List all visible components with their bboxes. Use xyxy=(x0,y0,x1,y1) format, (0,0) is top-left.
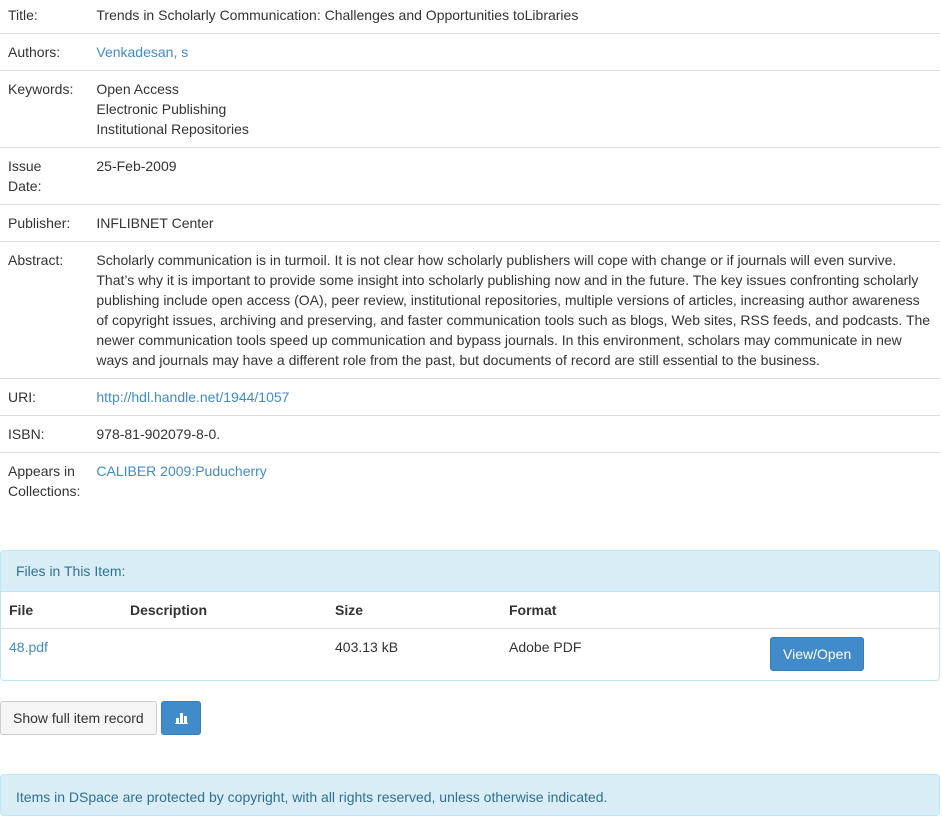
column-header-format: Format xyxy=(501,592,762,629)
metadata-row-publisher: Publisher: INFLIBNET Center xyxy=(0,204,940,242)
metadata-row-uri: URI: http://hdl.handle.net/1944/1057 xyxy=(0,378,940,416)
metadata-label: Issue Date: xyxy=(0,147,89,205)
metadata-row-issue-date: Issue Date: 25-Feb-2009 xyxy=(0,147,940,205)
show-full-record-button[interactable]: Show full item record xyxy=(0,701,157,735)
metadata-row-keywords: Keywords: Open Access Electronic Publish… xyxy=(0,70,940,148)
author-link[interactable]: Venkadesan, s xyxy=(96,44,188,60)
column-header-action xyxy=(762,592,939,629)
metadata-label: ISBN: xyxy=(0,415,89,453)
file-description xyxy=(122,629,327,680)
statistics-button[interactable] xyxy=(161,701,201,735)
file-size: 403.13 kB xyxy=(335,639,399,655)
metadata-label-line: Issue xyxy=(8,158,42,174)
keywords-list: Open Access Electronic Publishing Instit… xyxy=(88,70,940,148)
item-metadata-table: Title: Trends in Scholarly Communication… xyxy=(0,0,940,509)
uri-link[interactable]: http://hdl.handle.net/1944/1057 xyxy=(96,389,289,405)
metadata-row-authors: Authors: Venkadesan, s xyxy=(0,33,940,71)
issue-date-value: 25-Feb-2009 xyxy=(88,147,940,205)
metadata-label: Abstract: xyxy=(0,241,89,379)
copyright-notice: Items in DSpace are protected by copyrig… xyxy=(0,774,940,816)
metadata-row-abstract: Abstract: Scholarly communication is in … xyxy=(0,241,940,379)
file-name-cell: 48.pdf xyxy=(1,629,122,680)
column-header-file: File xyxy=(1,592,122,629)
isbn-value: 978-81-902079-8-0. xyxy=(88,415,940,453)
file-action-cell: View/Open xyxy=(762,629,939,680)
metadata-label: Publisher: xyxy=(0,204,89,242)
authors-cell: Venkadesan, s xyxy=(88,33,940,71)
metadata-row-collections: Appears in Collections: CALIBER 2009:Pud… xyxy=(0,452,940,509)
file-format: Adobe PDF xyxy=(509,639,582,655)
metadata-label: Title: xyxy=(8,7,38,23)
metadata-label-line: Collections: xyxy=(8,483,81,499)
metadata-label: Authors: xyxy=(0,33,89,71)
keyword-item: Electronic Publishing xyxy=(96,101,227,117)
metadata-label: Appears in Collections: xyxy=(0,452,89,509)
view-open-button[interactable]: View/Open xyxy=(770,637,865,671)
metadata-label-line: Date: xyxy=(8,178,42,194)
metadata-row-isbn: ISBN: 978-81-902079-8-0. xyxy=(0,415,940,453)
collections-cell: CALIBER 2009:Puducherry xyxy=(88,452,940,509)
metadata-row-title: Title: Trends in Scholarly Communication… xyxy=(0,0,940,34)
table-row: 48.pdf 403.13 kB Adobe PDF View/Open xyxy=(1,629,939,680)
uri-cell: http://hdl.handle.net/1944/1057 xyxy=(88,378,940,416)
collection-link[interactable]: CALIBER 2009:Puducherry xyxy=(96,463,266,479)
files-table: File Description Size Format 48.pdf 403.… xyxy=(1,592,939,679)
column-header-description: Description xyxy=(122,592,327,629)
abstract-text: Scholarly communication is in turmoil. I… xyxy=(88,241,940,379)
keyword-item: Open Access xyxy=(96,81,179,97)
file-link[interactable]: 48.pdf xyxy=(9,639,48,655)
keyword-item: Institutional Repositories xyxy=(96,121,249,137)
metadata-label: Keywords: xyxy=(0,70,89,148)
files-panel: Files in This Item: File Description Siz… xyxy=(0,550,940,681)
item-title: Trends in Scholarly Communication: Chall… xyxy=(96,7,579,23)
publisher-value: INFLIBNET Center xyxy=(88,204,940,242)
files-panel-heading: Files in This Item: xyxy=(1,551,939,592)
files-table-header: File Description Size Format xyxy=(1,592,939,629)
column-header-size: Size xyxy=(327,592,501,629)
metadata-label: URI: xyxy=(0,378,89,416)
metadata-label-line: Appears in xyxy=(8,463,75,479)
